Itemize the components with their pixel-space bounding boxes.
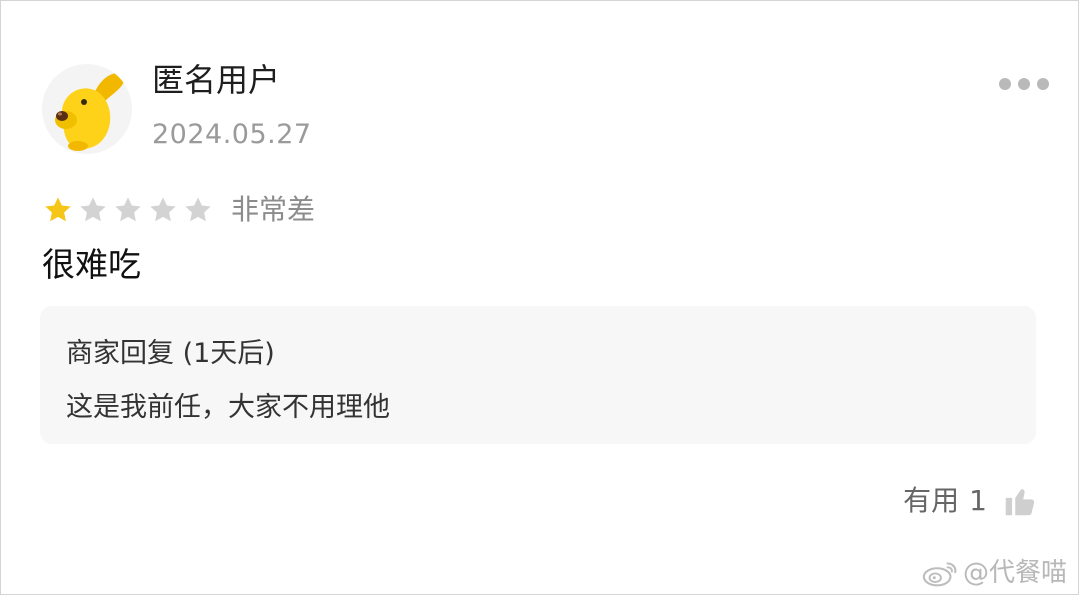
- weibo-icon: [922, 562, 957, 587]
- merchant-reply-title: 商家回复 (1天后): [66, 338, 275, 369]
- helpful-label: 有用: [903, 484, 960, 517]
- yellow-dog-mascot-icon: [55, 73, 125, 151]
- thumbs-up-icon: [1001, 482, 1039, 520]
- more-dot: [1018, 78, 1030, 90]
- star-rating: 非常差: [42, 190, 315, 230]
- merchant-reply-box: 商家回复 (1天后) 这是我前任，大家不用理他: [40, 306, 1036, 444]
- helpful-button[interactable]: 有用 1: [903, 482, 1039, 520]
- star-icon: [42, 194, 74, 226]
- avatar[interactable]: [42, 64, 132, 154]
- helpful-count: 1: [969, 484, 987, 517]
- review-comment: 很难吃: [42, 245, 141, 284]
- more-dot: [1037, 78, 1049, 90]
- merchant-reply-text: 这是我前任，大家不用理他: [66, 392, 390, 423]
- rating-label: 非常差: [231, 193, 316, 226]
- star-icon: [147, 194, 179, 226]
- more-dot: [999, 78, 1011, 90]
- watermark-text: @代餐喵: [962, 558, 1067, 588]
- star-icon: [182, 194, 214, 226]
- star-icon: [112, 194, 144, 226]
- user-name: 匿名用户: [152, 61, 281, 99]
- star-icon: [77, 194, 109, 226]
- watermark: @代餐喵: [921, 557, 1067, 589]
- review-date: 2024.05.27: [152, 119, 312, 150]
- more-dots-icon[interactable]: [999, 78, 1049, 90]
